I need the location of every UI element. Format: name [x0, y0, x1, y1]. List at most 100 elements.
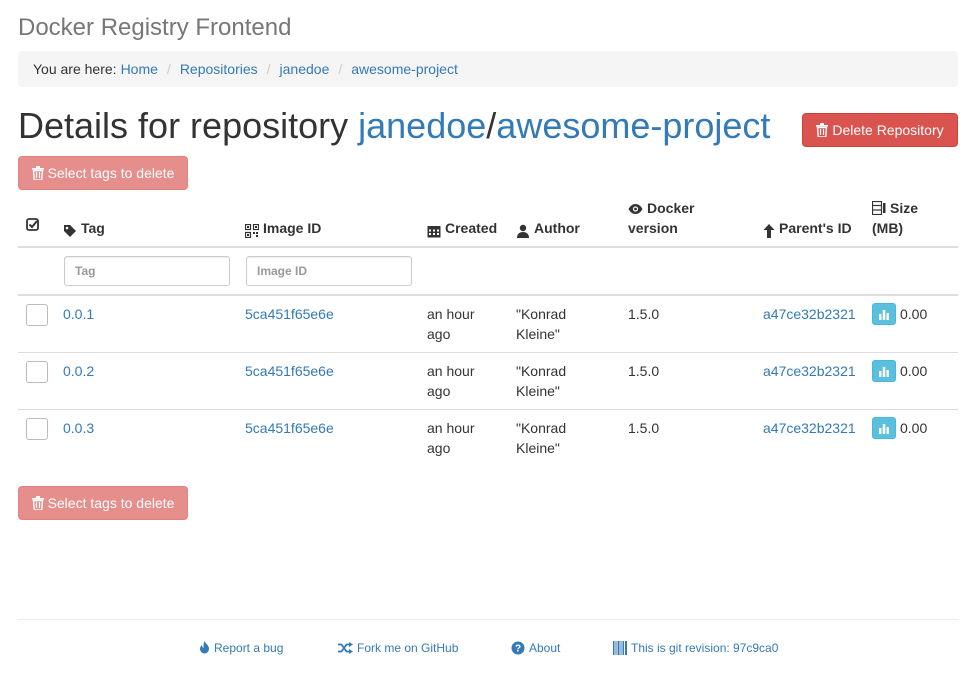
- row-divider: [18, 409, 958, 410]
- header-author[interactable]: Author: [516, 218, 580, 238]
- page-title-prefix: Details for repository: [18, 105, 349, 146]
- image-id-link[interactable]: 5ca451f65e6e: [245, 304, 334, 324]
- breadcrumb-repositories[interactable]: Repositories: [180, 61, 258, 77]
- user-icon: [517, 224, 529, 238]
- trash-icon: [31, 496, 44, 510]
- header-author-label: Author: [534, 220, 580, 236]
- row-divider: [18, 352, 958, 353]
- bar-chart-icon: [879, 367, 889, 377]
- page-title-repo-link[interactable]: awesome-project: [496, 105, 770, 146]
- header-created[interactable]: Created: [427, 218, 497, 238]
- random-icon: [338, 642, 353, 654]
- created-line-1: an hour: [427, 306, 475, 322]
- tag-link[interactable]: 0.0.3: [63, 418, 94, 438]
- parent-id-link[interactable]: a47ce32b2321: [763, 361, 856, 381]
- image-id-link[interactable]: 5ca451f65e6e: [245, 418, 334, 438]
- report-bug-label: Report a bug: [214, 641, 284, 655]
- author-line-1: "Konrad: [516, 363, 567, 379]
- breadcrumb-repo[interactable]: awesome-project: [351, 61, 458, 77]
- header-image-id[interactable]: Image ID: [245, 218, 321, 238]
- size-value: 0.00: [900, 306, 928, 322]
- check-square-icon: [26, 218, 39, 231]
- breadcrumb-prefix: You are here:: [33, 61, 117, 77]
- created-line-2: ago: [427, 440, 451, 456]
- header-tag-label: Tag: [81, 220, 105, 236]
- created-line-2: ago: [427, 326, 451, 342]
- fire-icon: [200, 641, 209, 654]
- breadcrumb-user[interactable]: janedoe: [280, 61, 330, 77]
- header-parent-id[interactable]: Parent's ID: [763, 218, 852, 238]
- breadcrumb-separator: /: [266, 61, 271, 77]
- header-size-label-2: (MB): [872, 220, 904, 236]
- select-tags-label: Select tags to delete: [47, 165, 175, 181]
- size-chart-button[interactable]: [872, 303, 896, 325]
- author-cell: "Konrad Kleine": [516, 361, 566, 401]
- parent-id-link[interactable]: a47ce32b2321: [763, 304, 856, 324]
- tag-link[interactable]: 0.0.1: [63, 304, 94, 324]
- qrcode-icon: [245, 224, 259, 238]
- calendar-icon: [427, 226, 441, 238]
- git-revision-label: This is git revision: 97c9ca0: [631, 641, 779, 655]
- app-title: Docker Registry Frontend: [18, 14, 292, 41]
- author-line-2: Kleine": [516, 383, 560, 399]
- header-docker-version-label-1: Docker: [647, 200, 695, 216]
- breadcrumb-separator: /: [338, 61, 343, 77]
- author-cell: "Konrad Kleine": [516, 304, 566, 344]
- author-line-2: Kleine": [516, 326, 560, 342]
- footer-divider: [18, 619, 958, 620]
- delete-repository-label: Delete Repository: [832, 122, 944, 138]
- barcode-icon: [613, 641, 627, 655]
- breadcrumb-home[interactable]: Home: [121, 61, 158, 77]
- fork-github-label: Fork me on GitHub: [357, 641, 459, 655]
- header-parent-id-label: Parent's ID: [779, 220, 852, 236]
- parent-id-link[interactable]: a47ce32b2321: [763, 418, 856, 438]
- created-cell: an hour ago: [427, 418, 474, 458]
- created-cell: an hour ago: [427, 361, 474, 401]
- question-sign-icon: ?: [511, 641, 525, 655]
- docker-version-cell: 1.5.0: [628, 363, 660, 379]
- author-line-1: "Konrad: [516, 420, 567, 436]
- about-label: About: [529, 641, 561, 655]
- created-line-2: ago: [427, 383, 451, 399]
- created-line-1: an hour: [427, 420, 475, 436]
- delete-repository-button[interactable]: Delete Repository: [802, 113, 958, 147]
- arrow-up-icon: [763, 224, 775, 238]
- size-chart-button[interactable]: [872, 360, 896, 382]
- select-all-header[interactable]: [26, 218, 40, 232]
- author-cell: "Konrad Kleine": [516, 418, 566, 458]
- bar-chart-icon: [879, 310, 889, 320]
- trash-icon: [816, 123, 829, 137]
- svg-text:?: ?: [515, 644, 521, 655]
- author-line-2: Kleine": [516, 440, 560, 456]
- eye-icon: [628, 204, 643, 214]
- table-filter-divider: [18, 294, 958, 296]
- author-line-1: "Konrad: [516, 306, 567, 322]
- row-select-checkbox[interactable]: [26, 304, 48, 326]
- created-cell: an hour ago: [427, 304, 474, 344]
- image-id-filter-input[interactable]: [246, 256, 412, 286]
- tag-link[interactable]: 0.0.2: [63, 361, 94, 381]
- select-tags-to-delete-button-bottom[interactable]: Select tags to delete: [18, 486, 188, 520]
- header-tag[interactable]: Tag: [63, 218, 105, 238]
- header-size[interactable]: Size (MB): [872, 198, 918, 238]
- tag-filter-input[interactable]: [64, 256, 230, 286]
- header-docker-version[interactable]: Docker version: [628, 198, 694, 238]
- header-created-label: Created: [445, 220, 498, 236]
- page-title: Details for repository janedoe/awesome-p…: [18, 104, 770, 148]
- git-revision-link[interactable]: This is git revision: 97c9ca0: [613, 641, 778, 655]
- about-link[interactable]: ? About: [511, 641, 560, 655]
- image-id-link[interactable]: 5ca451f65e6e: [245, 361, 334, 381]
- report-bug-link[interactable]: Report a bug: [199, 641, 283, 655]
- breadcrumb: You are here: Home / Repositories / jane…: [18, 51, 958, 87]
- trash-icon: [31, 166, 44, 180]
- fork-github-link[interactable]: Fork me on GitHub: [338, 641, 458, 655]
- created-line-1: an hour: [427, 363, 475, 379]
- row-select-checkbox[interactable]: [26, 361, 48, 383]
- select-tags-to-delete-button[interactable]: Select tags to delete: [18, 156, 188, 190]
- page-title-user-link[interactable]: janedoe: [358, 105, 486, 146]
- size-chart-button[interactable]: [872, 417, 896, 439]
- database-icon: [872, 201, 886, 215]
- table-header-divider: [18, 246, 958, 248]
- row-select-checkbox[interactable]: [26, 418, 48, 440]
- page-title-separator: /: [486, 105, 497, 146]
